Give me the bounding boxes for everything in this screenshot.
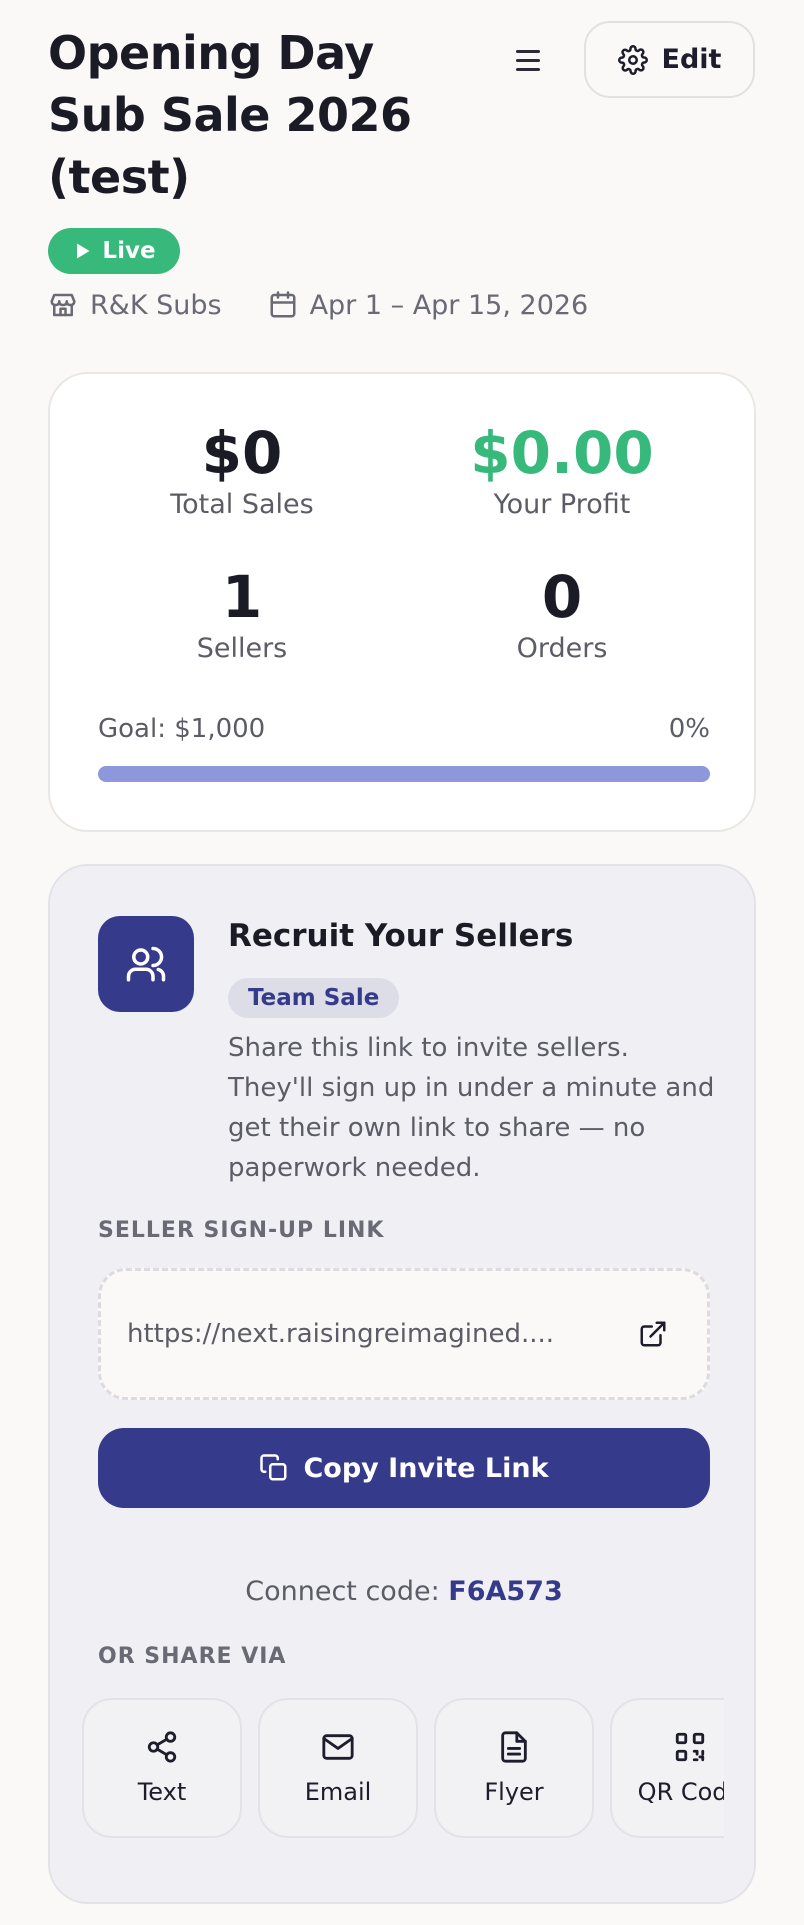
team-sale-badge: Team Sale — [228, 978, 400, 1018]
team-icon-box — [98, 916, 194, 1012]
date-range: Apr 1 – Apr 15, 2026 — [309, 289, 589, 321]
orders-value: 0 — [541, 563, 583, 631]
goal-label: Goal: $1,000 — [98, 714, 266, 744]
signup-link-text[interactable]: https://next.raisingreimagined.... — [127, 1319, 625, 1349]
document-icon — [501, 1731, 527, 1763]
share-text-label: Text — [137, 1778, 187, 1806]
share-email-label: Email — [304, 1778, 372, 1806]
goal-progress-bar — [98, 766, 710, 782]
stat-sellers: 1 Sellers — [82, 562, 402, 666]
share-flyer-button[interactable]: Flyer — [434, 1698, 594, 1838]
store-icon — [50, 293, 76, 317]
orders-label: Orders — [516, 633, 608, 664]
calendar-icon — [270, 291, 296, 318]
copy-icon — [260, 1454, 287, 1481]
profit-label: Your Profit — [493, 489, 631, 520]
share-options: Text Email Flyer QR Cod — [82, 1698, 724, 1840]
open-link-button[interactable] — [625, 1306, 681, 1362]
stat-total-sales: $0 Total Sales — [82, 418, 402, 522]
share-icon — [147, 1731, 177, 1763]
menu-icon — [516, 49, 540, 53]
stat-profit: $0.00 Your Profit — [402, 418, 722, 522]
status-badge-label: Live — [102, 238, 156, 264]
link-section-label: SELLER SIGN-UP LINK — [98, 1218, 385, 1243]
total-sales-label: Total Sales — [170, 489, 314, 520]
stat-orders: 0 Orders — [402, 562, 722, 666]
mail-icon — [322, 1734, 354, 1760]
goal-row: Goal: $1,000 0% — [98, 714, 710, 744]
profit-value: $0.00 — [470, 419, 654, 487]
share-section-label: OR SHARE VIA — [98, 1644, 287, 1669]
recruit-description: Share this link to invite sellers. They'… — [228, 1033, 715, 1183]
share-text-button[interactable]: Text — [82, 1698, 242, 1838]
share-email-button[interactable]: Email — [258, 1698, 418, 1838]
goal-percent: 0% — [668, 714, 710, 744]
signup-link-box[interactable]: https://next.raisingreimagined.... — [98, 1268, 710, 1400]
edit-button-label: Edit — [661, 44, 722, 75]
users-icon — [126, 946, 166, 982]
copy-invite-link-button[interactable]: Copy Invite Link — [98, 1428, 710, 1508]
edit-button[interactable]: Edit — [584, 21, 755, 98]
event-meta: R&K Subs Apr 1 – Apr 15, 2026 — [48, 286, 588, 324]
page-title: Opening Day Sub Sale 2026 (test) — [48, 26, 412, 204]
total-sales-value: $0 — [201, 419, 283, 487]
status-badge: Live — [48, 228, 180, 274]
sellers-value: 1 — [221, 563, 263, 631]
business-name: R&K Subs — [90, 289, 222, 321]
connect-code-label: Connect code: — [245, 1576, 449, 1607]
connect-code-row: Connect code: F6A573 — [50, 1576, 758, 1607]
share-flyer-label: Flyer — [484, 1778, 544, 1806]
play-icon — [77, 243, 90, 259]
connect-code[interactable]: F6A573 — [448, 1576, 563, 1607]
copy-invite-link-label: Copy Invite Link — [303, 1452, 549, 1484]
external-link-icon — [640, 1321, 666, 1347]
stats-card: $0 Total Sales $0.00 Your Profit 1 Selle… — [48, 372, 756, 832]
recruit-title: Recruit Your Sellers — [228, 918, 574, 954]
share-qr-code-label: QR Code — [637, 1778, 724, 1806]
sellers-label: Sellers — [196, 633, 288, 664]
recruit-card: Recruit Your Sellers Team Sale Share thi… — [48, 864, 756, 1904]
share-qr-code-button[interactable]: QR Code — [610, 1698, 724, 1838]
qr-code-icon — [675, 1732, 705, 1762]
gear-icon — [617, 44, 648, 75]
menu-button[interactable] — [508, 40, 548, 80]
page: Opening Day Sub Sale 2026 (test) Edit Li… — [0, 0, 804, 1925]
